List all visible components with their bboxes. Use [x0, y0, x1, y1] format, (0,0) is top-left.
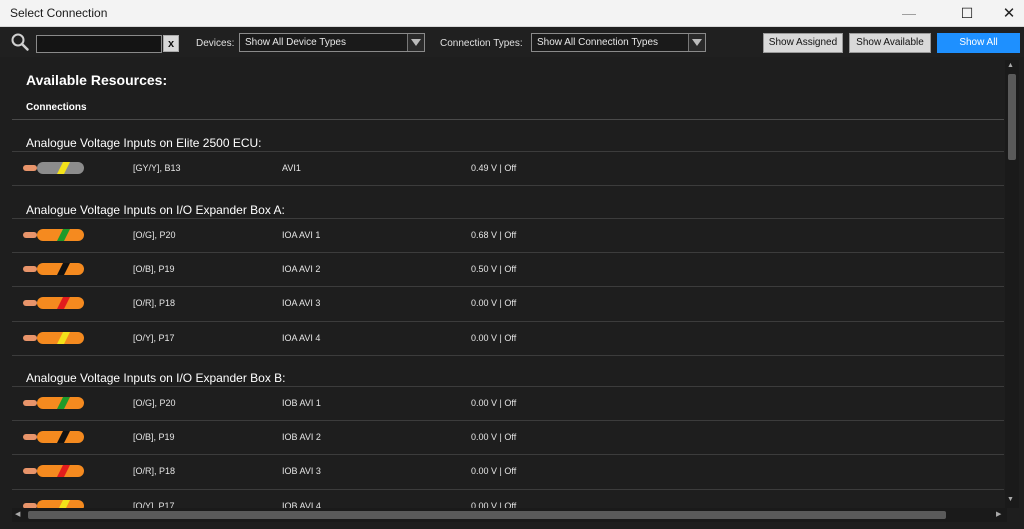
connection-name: IOB AVI 3 [282, 466, 321, 477]
pin-label: [O/B], P19 [133, 264, 175, 275]
search-input[interactable] [36, 35, 162, 53]
group-title: Analogue Voltage Inputs on I/O Expander … [26, 371, 286, 385]
connection-name: IOA AVI 3 [282, 298, 321, 309]
chevron-down-icon[interactable] [407, 34, 424, 51]
chevron-down-icon[interactable] [688, 34, 705, 51]
show-all-button[interactable]: Show All [937, 33, 1020, 53]
value-status: 0.00 V | Off [471, 500, 517, 508]
devices-selected-value: Show All Device Types [245, 37, 346, 48]
connection-row[interactable]: [O/R], P18 IOA AVI 3 0.00 V | Off [12, 287, 1004, 321]
title-bar: Select Connection — ☐ ✕ [0, 0, 1024, 27]
wire-icon [23, 397, 84, 409]
pin-label: [O/B], P19 [133, 432, 175, 443]
value-status: 0.00 V | Off [471, 466, 517, 477]
pin-label: [O/G], P20 [133, 230, 176, 240]
connection-row[interactable]: [O/Y], P17 IOA AVI 4 0.00 V | Off [12, 322, 1004, 356]
value-status: 0.68 V | Off [471, 230, 517, 240]
pin-label: [GY/Y], B13 [133, 163, 181, 173]
pin-label: [O/G], P20 [133, 398, 176, 408]
minimize-button[interactable]: — [886, 0, 932, 26]
section-subheading: Connections [26, 102, 87, 113]
connection-types-selected-value: Show All Connection Types [537, 37, 659, 48]
value-status: 0.49 V | Off [471, 163, 517, 173]
wire-icon [23, 229, 84, 241]
divider [12, 119, 1004, 120]
connection-row[interactable]: [GY/Y], B13 AVI1 0.49 V | Off [12, 152, 1004, 186]
wire-icon [23, 162, 84, 174]
group-title: Analogue Voltage Inputs on I/O Expander … [26, 203, 285, 217]
group-title: Analogue Voltage Inputs on Elite 2500 EC… [26, 136, 262, 150]
close-icon: ✕ [1002, 5, 1016, 22]
resources-panel: Available Resources: Connections Analogu… [12, 60, 1007, 508]
clear-search-button[interactable]: x [163, 35, 179, 52]
show-assigned-button[interactable]: Show Assigned [763, 33, 843, 53]
window-title: Select Connection [10, 6, 108, 20]
search-icon[interactable] [10, 32, 30, 52]
pin-label: [O/R], P18 [133, 466, 176, 477]
value-status: 0.50 V | Off [471, 264, 517, 275]
horizontal-scrollbar[interactable]: ◀ ▶ [12, 508, 1007, 522]
pin-label: [O/R], P18 [133, 298, 176, 309]
connection-name: IOB AVI 1 [282, 398, 321, 408]
connection-name: IOA AVI 4 [282, 332, 321, 343]
wire-icon [23, 263, 84, 276]
value-status: 0.00 V | Off [471, 398, 517, 408]
connection-name: AVI1 [282, 163, 301, 173]
vertical-scrollbar[interactable]: ▲ ▼ [1005, 60, 1019, 508]
devices-dropdown[interactable]: Show All Device Types [239, 33, 425, 52]
scroll-left-icon[interactable]: ◀ [15, 510, 20, 518]
horizontal-scroll-thumb[interactable] [28, 511, 946, 519]
scroll-right-icon[interactable]: ▶ [996, 510, 1001, 518]
vertical-scroll-thumb[interactable] [1008, 74, 1016, 160]
scroll-down-icon[interactable]: ▼ [1007, 496, 1014, 503]
connection-name: IOB AVI 4 [282, 500, 321, 508]
wire-icon [23, 331, 84, 344]
connection-row[interactable]: [O/B], P19 IOA AVI 2 0.50 V | Off [12, 253, 1004, 287]
connection-row[interactable]: [O/G], P20 IOA AVI 1 0.68 V | Off [12, 219, 1004, 253]
connection-name: IOA AVI 1 [282, 230, 321, 240]
connection-types-label: Connection Types: [440, 38, 523, 49]
devices-label: Devices: [196, 38, 235, 49]
connection-types-dropdown[interactable]: Show All Connection Types [531, 33, 706, 52]
close-button[interactable]: ✕ [986, 0, 1024, 26]
wire-icon [23, 499, 84, 508]
wire-icon [23, 297, 84, 310]
value-status: 0.00 V | Off [471, 298, 517, 309]
connection-name: IOB AVI 2 [282, 432, 321, 443]
connection-row[interactable]: [O/Y], P17 IOB AVI 4 0.00 V | Off [12, 490, 1004, 508]
maximize-button[interactable]: ☐ [944, 0, 990, 26]
show-available-button[interactable]: Show Available [849, 33, 931, 53]
wire-icon [23, 431, 84, 444]
row-divider [12, 354, 1004, 356]
pin-label: [O/Y], P17 [133, 332, 175, 343]
value-status: 0.00 V | Off [471, 332, 517, 343]
minimize-icon: — [902, 5, 916, 21]
connection-name: IOA AVI 2 [282, 264, 321, 275]
connection-row[interactable]: [O/G], P20 IOB AVI 1 0.00 V | Off [12, 387, 1004, 421]
scroll-up-icon[interactable]: ▲ [1007, 62, 1014, 69]
pin-label: [O/Y], P17 [133, 500, 175, 508]
page-title: Available Resources: [26, 72, 168, 88]
connection-row[interactable]: [O/R], P18 IOB AVI 3 0.00 V | Off [12, 455, 1004, 489]
value-status: 0.00 V | Off [471, 432, 517, 443]
maximize-icon: ☐ [960, 4, 974, 21]
row-divider [12, 185, 1004, 187]
toolbar: x Devices: Show All Device Types Connect… [0, 27, 1024, 57]
wire-icon [23, 465, 84, 478]
connection-row[interactable]: [O/B], P19 IOB AVI 2 0.00 V | Off [12, 421, 1004, 455]
